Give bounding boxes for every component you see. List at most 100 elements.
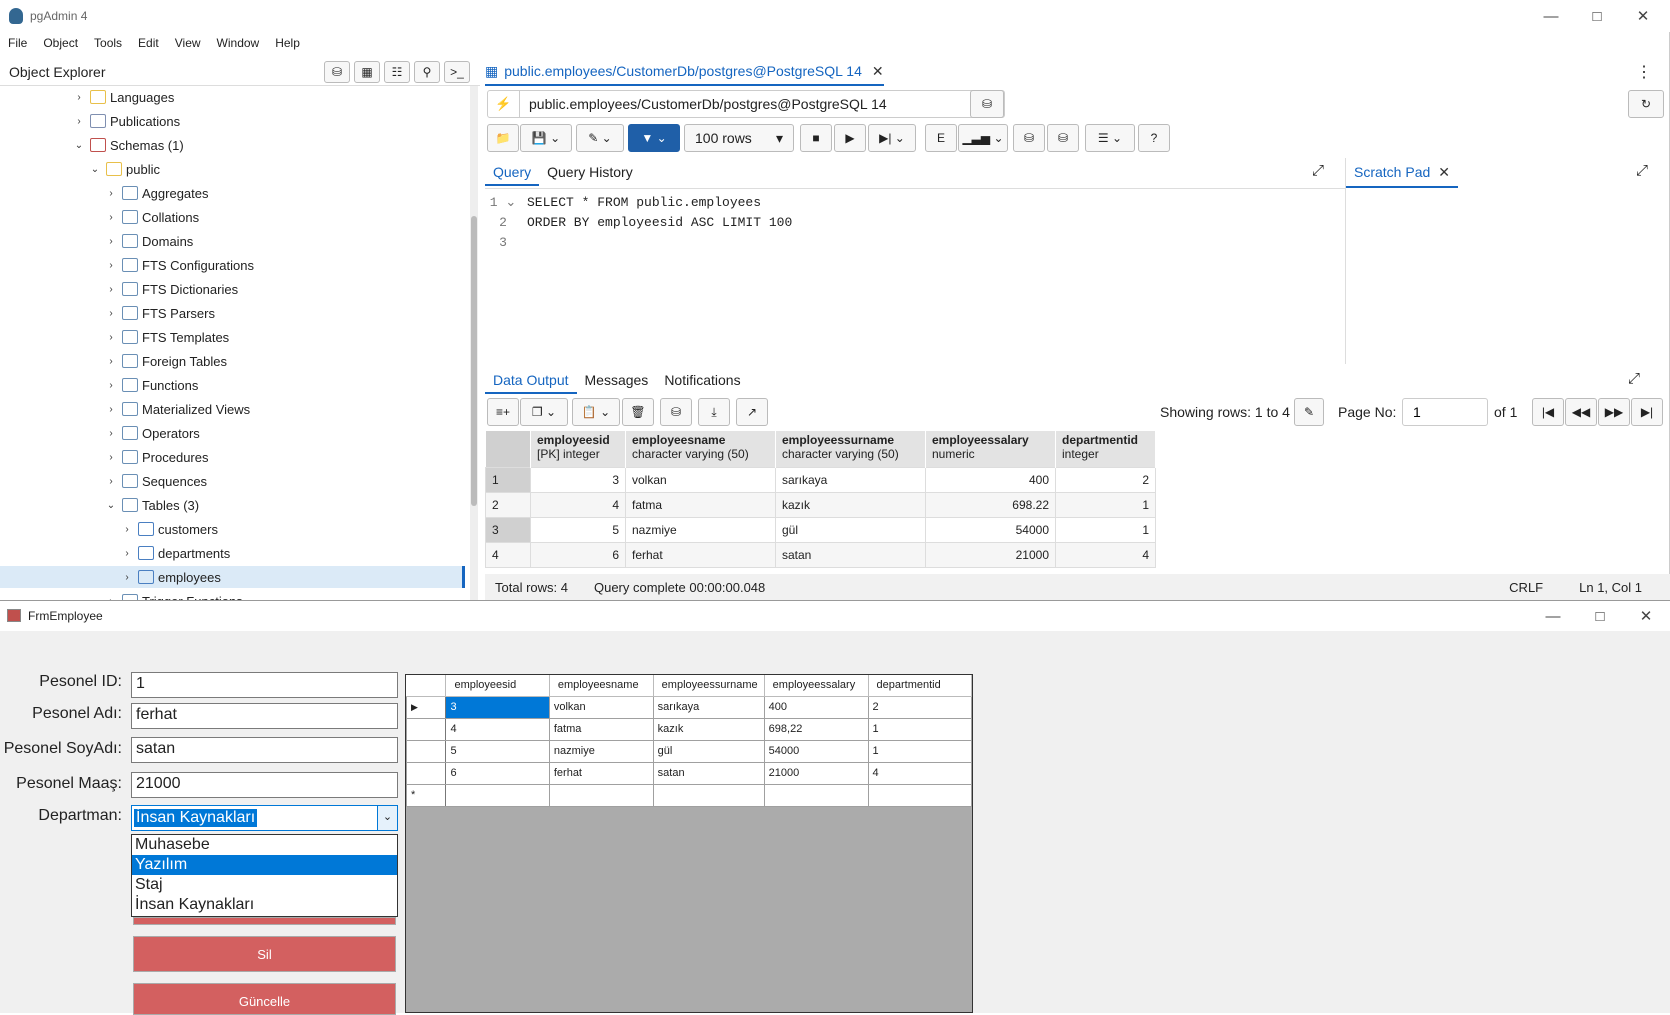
chevron-down-icon[interactable]: ⌄ — [377, 806, 397, 830]
save-icon[interactable]: 💾 ⌄ — [520, 124, 572, 152]
column-header[interactable]: employeesname character varying (50) — [625, 431, 776, 467]
chevron-down-icon[interactable]: ⌄ — [88, 164, 102, 175]
tab-query[interactable]: Query — [485, 158, 540, 186]
commit-icon[interactable]: ⛁ — [1013, 124, 1045, 152]
paste-icon[interactable]: 📋 ⌄ — [572, 398, 620, 426]
terminal-icon[interactable]: >_ — [444, 61, 470, 83]
column-header[interactable]: departmentid integer — [1055, 431, 1156, 467]
grid-cell[interactable]: 4 — [867, 761, 973, 785]
tree-node[interactable]: › Aggregates — [104, 182, 208, 204]
row-header[interactable]: ▶ — [405, 695, 447, 719]
explain-icon[interactable]: E — [925, 124, 957, 152]
form-close-icon[interactable]: ✕ — [1623, 601, 1669, 631]
form-minimize-icon[interactable]: — — [1530, 601, 1576, 631]
chevron-right-icon[interactable]: › — [104, 452, 118, 463]
row-number[interactable]: 4 — [485, 541, 531, 568]
chevron-right-icon[interactable]: › — [120, 572, 134, 583]
rows-limit-select[interactable]: 100 rows ▾ — [684, 124, 794, 152]
chevron-right-icon[interactable]: › — [104, 188, 118, 199]
menu-tools[interactable]: Tools — [86, 34, 130, 56]
row-number[interactable]: 3 — [485, 516, 531, 543]
tree-node[interactable]: ›Trigger Functions — [104, 590, 243, 600]
chevron-right-icon[interactable]: › — [104, 284, 118, 295]
row-header[interactable] — [405, 739, 447, 763]
explain-analyze-icon[interactable]: ▁▃▅ ⌄ — [958, 124, 1008, 152]
db-connect-icon[interactable]: ⛁ — [970, 90, 1004, 118]
grid-cell[interactable]: 6 — [445, 761, 550, 785]
grid-cell[interactable]: 400 — [763, 695, 869, 719]
rollback-icon[interactable]: ⛁ — [1047, 124, 1079, 152]
help-icon[interactable]: ? — [1138, 124, 1170, 152]
row-number[interactable]: 1 — [485, 466, 531, 493]
table-cell[interactable]: 4 — [1055, 541, 1156, 568]
tree-node[interactable]: › customers — [120, 518, 218, 540]
tab-query-history[interactable]: Query History — [539, 158, 641, 186]
tree-node[interactable]: › Functions — [104, 374, 198, 396]
tree-node[interactable]: › Foreign Tables — [104, 350, 227, 372]
sql-editor[interactable]: 1 ⌄ SELECT * FROM public.employees 2 ORDER … — [485, 188, 1345, 364]
grid-column-header[interactable]: employeesname — [549, 675, 654, 697]
chevron-right-icon[interactable]: › — [104, 332, 118, 343]
department-option[interactable]: İnsan Kaynakları — [132, 895, 397, 915]
chevron-right-icon[interactable]: › — [120, 548, 134, 559]
tree-node[interactable]: ⌄ Schemas (1) — [72, 134, 184, 156]
table-cell[interactable]: nazmiye — [625, 516, 776, 543]
table-cell[interactable]: 3 — [530, 466, 626, 493]
chevron-right-icon[interactable]: › — [104, 236, 118, 247]
grid-cell[interactable]: 4 — [445, 717, 550, 741]
expand-scratch-icon[interactable]: ⤢ — [1636, 162, 1648, 179]
employee-salary-field[interactable]: 21000 — [131, 772, 398, 798]
form-maximize-icon[interactable]: □ — [1577, 601, 1623, 631]
row-header[interactable] — [405, 717, 447, 741]
department-option[interactable]: Staj — [132, 875, 397, 895]
menu-help[interactable]: Help — [267, 34, 308, 56]
table-cell[interactable]: 400 — [925, 466, 1056, 493]
table-cell[interactable]: satan — [775, 541, 926, 568]
table-cell[interactable]: 2 — [1055, 466, 1156, 493]
grid-cell[interactable]: sarıkaya — [652, 695, 765, 719]
chevron-right-icon[interactable]: › — [104, 428, 118, 439]
chevron-right-icon[interactable]: › — [72, 92, 86, 103]
refresh-icon[interactable]: ↻ — [1628, 90, 1664, 118]
chevron-down-icon[interactable]: ⌄ — [72, 140, 86, 151]
table-cell[interactable]: fatma — [625, 491, 776, 518]
department-combo[interactable]: İnsan Kaynakları ⌄ — [131, 805, 398, 831]
employee-id-field[interactable]: 1 — [131, 672, 398, 698]
chevron-right-icon[interactable]: › — [72, 116, 86, 127]
grid-cell[interactable]: gül — [652, 739, 765, 763]
stop-icon[interactable]: ■ — [800, 124, 832, 152]
grid-column-header[interactable]: employeesid — [445, 675, 550, 697]
tree-node[interactable]: › FTS Templates — [104, 326, 229, 348]
graph-icon[interactable]: ↗ — [736, 398, 768, 426]
tab-scratch-pad[interactable]: Scratch Pad ✕ — [1346, 158, 1458, 188]
tree-node[interactable]: › Sequences — [104, 470, 207, 492]
grid-cell[interactable]: 3 — [445, 695, 550, 719]
table-cell[interactable]: 1 — [1055, 516, 1156, 543]
grid-row[interactable]: 5 nazmiye gül 54000 1 — [405, 739, 973, 763]
macros-icon[interactable]: ☰ ⌄ — [1085, 124, 1135, 152]
search-icon[interactable]: ⚲ — [414, 61, 440, 83]
new-row[interactable]: * — [405, 783, 973, 807]
edit-rows-icon[interactable]: ✎ — [1294, 398, 1324, 426]
tab-notifications[interactable]: Notifications — [656, 366, 748, 394]
grid-cell[interactable]: fatma — [548, 717, 654, 741]
table-cell[interactable]: kazık — [775, 491, 926, 518]
table-cell[interactable]: volkan — [625, 466, 776, 493]
delete-row-icon[interactable]: 🗑 — [622, 398, 654, 426]
menu-window[interactable]: Window — [209, 34, 268, 56]
tree-node[interactable]: › FTS Configurations — [104, 254, 254, 276]
close-scratch-icon[interactable]: ✕ — [1438, 164, 1450, 181]
tab-query-tool[interactable]: ▦ public.employees/CustomerDb/postgres@P… — [485, 58, 884, 86]
tree-node[interactable]: › Procedures — [104, 446, 208, 468]
download-icon[interactable]: ⤓ — [698, 398, 730, 426]
grid-row[interactable]: 6 ferhat satan 21000 4 — [405, 761, 973, 785]
grid-row[interactable]: ▶ 3 volkan sarıkaya 400 2 — [405, 695, 973, 719]
grid-cell[interactable]: 2 — [867, 695, 973, 719]
table-cell[interactable]: sarıkaya — [775, 466, 926, 493]
minimize-icon[interactable]: — — [1528, 0, 1574, 32]
last-page-icon[interactable]: ▶| — [1631, 398, 1663, 426]
chevron-right-icon[interactable]: › — [120, 524, 134, 535]
save-data-icon[interactable]: ⛁ — [660, 398, 692, 426]
edit-icon[interactable]: ✎ ⌄ — [576, 124, 624, 152]
grid-cell[interactable]: volkan — [548, 695, 654, 719]
